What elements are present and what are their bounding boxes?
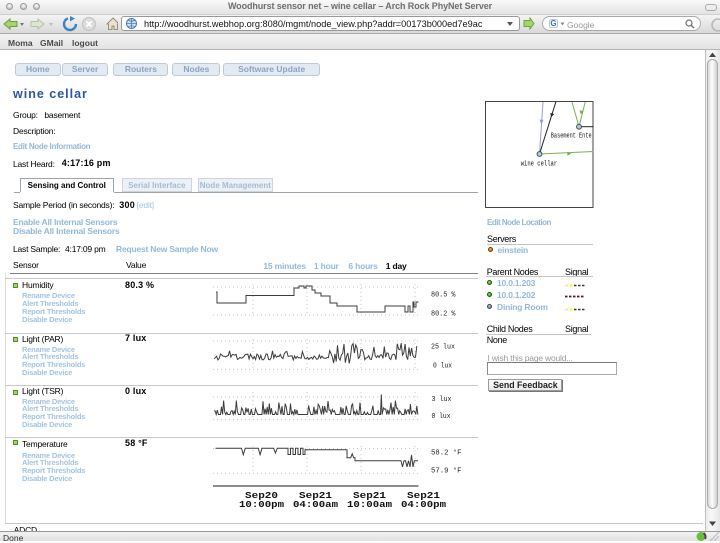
svg-text:58.2 °F: 58.2 °F xyxy=(431,448,462,457)
svg-text:80.2 %: 80.2 % xyxy=(431,310,456,318)
svg-text:57.9 °F: 57.9 °F xyxy=(431,467,462,476)
svg-text:0 lux: 0 lux xyxy=(433,363,452,371)
svg-text:Basement Ente: Basement Ente xyxy=(551,133,592,141)
svg-text:0 lux: 0 lux xyxy=(432,413,451,421)
svg-text:80.5 %: 80.5 % xyxy=(431,292,456,300)
svg-text:04:00pm: 04:00pm xyxy=(401,500,447,510)
svg-text:10:00pm: 10:00pm xyxy=(239,500,285,510)
svg-text:04:00am: 04:00am xyxy=(293,500,339,510)
svg-text:25 lux: 25 lux xyxy=(431,344,455,352)
svg-text:3 lux: 3 lux xyxy=(432,396,452,404)
svg-text:10:00am: 10:00am xyxy=(347,500,393,510)
svg-text:wine cellar: wine cellar xyxy=(521,160,558,168)
